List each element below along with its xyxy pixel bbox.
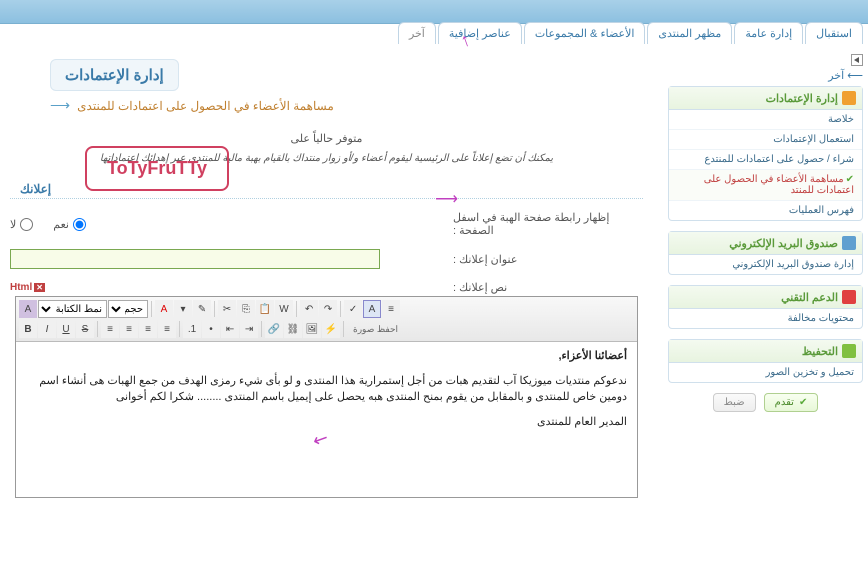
copy-icon[interactable]: ⎘ [237,300,255,318]
breadcrumb-text: آخر [828,70,844,82]
label-ad-title: عنوان إعلانك : [443,253,643,266]
page-title: إدارة الإعتمادات [50,59,179,91]
editor-toolbar: A نمط الكتابة حجم A ▾ ✎ ✂ ⎘ 📋 W ↶ ↷ [16,297,637,342]
align-right-icon[interactable]: ≡ [101,320,119,338]
panel-credits: إدارة الإعتمادات خلاصة استعمال الإعتمادا… [668,86,863,221]
reset-button[interactable]: ضبط [713,393,756,412]
spell-icon[interactable]: ✓ [344,300,362,318]
sidebar-item-summary[interactable]: خلاصة [669,110,862,130]
panel-title: الدعم التقني [781,291,838,304]
breadcrumb: ⟵ آخر [668,54,863,82]
list-ol-icon[interactable]: 1. [183,320,201,338]
editor-content[interactable]: أعضائنا الأعزاء, ندعوكم منتديات ميوزيكا … [16,342,637,497]
paste-word-icon[interactable]: W [275,300,293,318]
cut-icon[interactable]: ✂ [218,300,236,318]
redo-icon[interactable]: ↷ [319,300,337,318]
credits-icon [842,91,856,105]
save-button[interactable]: ✔تقدم [764,393,819,412]
page-subtitle: مساهمة الأعضاء في الحصول على اعتمادات لل… [77,99,334,113]
sidebar: ⟵ آخر إدارة الإعتمادات خلاصة استعمال الإ… [668,54,863,498]
link-icon[interactable]: 🔗 [265,320,283,338]
unlink-icon[interactable]: ⛓ [284,320,302,338]
paste-icon[interactable]: 📋 [256,300,274,318]
sidebar-item-use-credits[interactable]: استعمال الإعتمادات [669,130,862,150]
sidebar-item-upload[interactable]: تحميل و تخزين الصور [669,363,862,382]
tab-general[interactable]: إدارة عامة [734,22,803,44]
editor-paragraph: ندعوكم منتديات ميوزيكا آب لتقديم هبات من… [26,373,627,406]
check-icon: ✔ [846,174,854,185]
rich-text-editor: A نمط الكتابة حجم A ▾ ✎ ✂ ⎘ 📋 W ↶ ↷ [15,296,638,498]
desc-available: متوفر حالياً على [10,132,643,145]
font-size-select[interactable]: حجم [108,300,148,318]
tab-reception[interactable]: استقبال [805,22,863,44]
html-toggle-icon[interactable]: Html [10,282,45,293]
archive-icon [842,344,856,358]
main-tabs: استقبال إدارة عامة مظهر المنتدى الأعضاء … [0,22,868,44]
author-badge: ToTyFruTTy [85,146,229,191]
color-icon[interactable]: A [155,300,173,318]
mode-b-icon[interactable]: ≡ [382,300,400,318]
justify-icon[interactable]: ≡ [158,320,176,338]
label-ad-text: نص إعلانك : [443,281,643,294]
list-ul-icon[interactable]: • [202,320,220,338]
panel-save: التحفيظ تحميل و تخزين الصور [668,339,863,383]
italic-icon[interactable]: I [38,320,56,338]
radio-no[interactable]: لا [10,218,33,231]
bold-icon[interactable]: B [19,320,37,338]
tab-other[interactable]: آخر [398,22,436,44]
editor-paragraph: أعضائنا الأعزاء, [558,350,627,362]
arrow-icon: ⟶ [50,97,70,113]
panel-mailbox: صندوق البريد الإلكتروني إدارة صندوق البر… [668,231,863,275]
align-center-icon[interactable]: ≡ [120,320,138,338]
panel-title: إدارة الإعتمادات [766,92,838,105]
sidebar-item-log[interactable]: فهرس العمليات [669,201,862,220]
radio-yes[interactable]: نعم [53,218,86,231]
sidebar-item-contribute[interactable]: ✔مساهمة الأعضاء في الحصول على اعتمادات ل… [669,170,862,201]
bgcolor-icon[interactable]: ▾ [174,300,192,318]
panel-support: الدعم التقني محتويات مخالفة [668,285,863,329]
sidebar-item-mailbox[interactable]: إدارة صندوق البريد الإلكتروني [669,255,862,274]
annotation-arrow-icon: ⟶ [435,189,458,209]
outdent-icon[interactable]: ⇤ [221,320,239,338]
tab-extras[interactable]: عناصر إضافية [438,22,522,44]
check-icon: ✔ [799,397,807,408]
sidebar-item-violations[interactable]: محتويات مخالفة [669,309,862,328]
panel-title: صندوق البريد الإلكتروني [729,237,838,250]
highlight-icon[interactable]: ✎ [193,300,211,318]
tab-members[interactable]: الأعضاء & المجموعات [524,22,646,44]
save-image-label[interactable]: احفظ صورة [347,322,404,337]
ad-title-input[interactable] [10,249,380,269]
image-icon[interactable]: 🖼 [303,320,321,338]
content-area: إدارة الإعتمادات مساهمة الأعضاء في الحصو… [5,54,658,498]
label-show-footer: إظهار رابطة صفحة الهبة في اسفل الصفحة : [443,211,643,237]
sidebar-item-buy-credits[interactable]: شراء / حصول على اعتمادات للمنتدع [669,150,862,170]
flash-icon[interactable]: ⚡ [322,320,340,338]
tab-appearance[interactable]: مظهر المنتدى [647,22,732,44]
underline-icon[interactable]: U [57,320,75,338]
editor-paragraph: المدير العام للمنتدى [26,414,627,431]
panel-title: التحفيظ [802,345,838,358]
mail-icon [842,236,856,250]
wand-icon[interactable]: A [19,300,37,318]
support-icon [842,290,856,304]
font-style-select[interactable]: نمط الكتابة [38,300,107,318]
play-icon[interactable] [851,54,863,66]
indent-icon[interactable]: ⇥ [240,320,258,338]
undo-icon[interactable]: ↶ [300,300,318,318]
strike-icon[interactable]: S [76,320,94,338]
mode-a-icon[interactable]: A [363,300,381,318]
align-left-icon[interactable]: ≡ [139,320,157,338]
arrow-left-icon: ⟵ [847,70,863,82]
